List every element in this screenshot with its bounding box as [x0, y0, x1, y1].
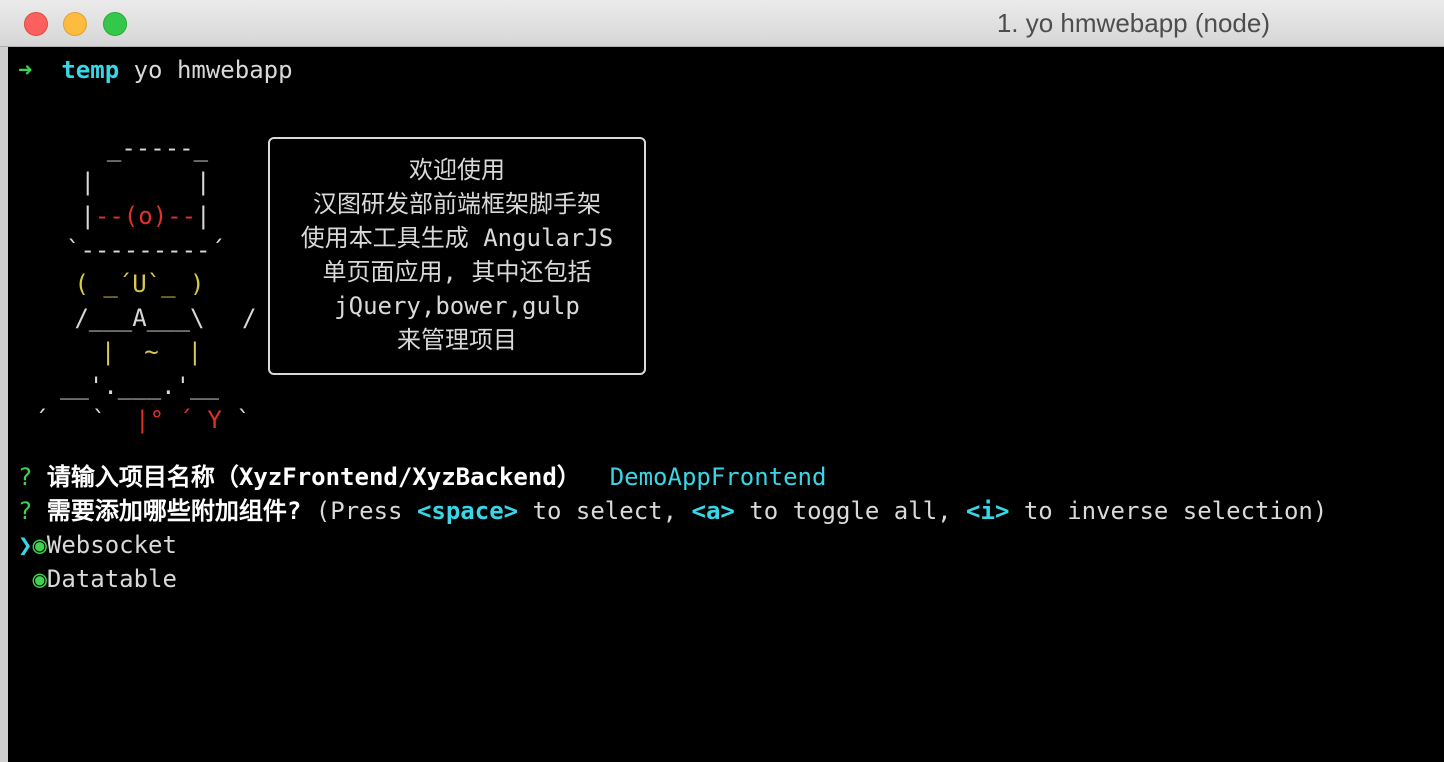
key-i-hint: <i> — [966, 497, 1010, 525]
title-bar[interactable]: 1. yo hmwebapp (node) — [0, 0, 1444, 47]
shell-prompt-line: ➜ temp yo hmwebapp — [18, 53, 293, 87]
choice-datatable[interactable]: ◉Datatable — [18, 562, 177, 596]
prompt-arrow-icon: ➜ — [18, 56, 33, 84]
shell-command: yo hmwebapp — [119, 56, 293, 84]
ascii-art-line-1: _-----_ — [78, 134, 209, 162]
choice-label: Websocket — [46, 531, 177, 559]
terminal-content[interactable]: ➜ temp yo hmwebapp _-----_ | | |--(o)--|… — [8, 47, 1444, 762]
ascii-art-line-4: `---------´ — [66, 236, 225, 264]
terminal-window: 1. yo hmwebapp (node) ➜ temp yo hmwebapp… — [0, 0, 1444, 762]
ascii-art-line-2: | | — [66, 168, 211, 196]
ascii-art-line-9: ´ ` |° ´ Y ` — [34, 406, 251, 434]
current-directory: temp — [61, 56, 120, 84]
question-components: ? 需要添加哪些附加组件? (Press <space> to select, … — [18, 497, 1328, 525]
checked-radio-icon[interactable]: ◉ — [32, 531, 46, 559]
question-text: 请输入项目名称（XyzFrontend/XyzBackend） — [32, 463, 581, 491]
welcome-line-4: 单页面应用, 其中还包括 — [322, 258, 592, 286]
welcome-box: 欢迎使用 汉图研发部前端框架脚手架 使用本工具生成 AngularJS 单页面应… — [268, 137, 646, 375]
selection-pointer-icon: ❯ — [18, 531, 33, 559]
welcome-line-3: 使用本工具生成 AngularJS — [300, 224, 614, 252]
ascii-art-line-6: /___A___\ — [60, 304, 205, 332]
choice-label: Datatable — [46, 565, 177, 593]
ascii-art-line-8: __'.___.'__ — [60, 372, 219, 400]
ascii-art-line-6-slash: / — [242, 304, 257, 332]
welcome-line-2: 汉图研发部前端框架脚手架 — [313, 190, 601, 218]
welcome-line-5: jQuery,bower,gulp — [334, 292, 580, 320]
selection-pointer-icon — [18, 565, 32, 593]
window-title: 1. yo hmwebapp (node) — [996, 8, 1270, 38]
window-left-edge — [0, 47, 8, 762]
question-mark-icon: ? — [18, 463, 33, 491]
key-space-hint: <space> — [416, 497, 519, 525]
ascii-art-line-7: | ~ | — [72, 338, 203, 366]
question-text: 需要添加哪些附加组件? — [32, 497, 302, 525]
question-project-name: ? 请输入项目名称（XyzFrontend/XyzBackend） DemoAp… — [18, 460, 826, 494]
choice-websocket[interactable]: ❯◉Websocket — [18, 528, 177, 562]
key-a-hint: <a> — [691, 497, 735, 525]
welcome-line-6: 来管理项目 — [397, 326, 517, 354]
ascii-art-line-3: |--(o)--| — [66, 202, 211, 230]
ascii-art-line-5: ( _´U`_ ) — [60, 270, 205, 298]
project-name-answer[interactable]: DemoAppFrontend — [610, 463, 827, 491]
welcome-line-1: 欢迎使用 — [409, 156, 505, 184]
checked-radio-icon[interactable]: ◉ — [32, 565, 46, 593]
hint-text: (Press — [301, 497, 417, 525]
question-mark-icon: ? — [18, 497, 33, 525]
